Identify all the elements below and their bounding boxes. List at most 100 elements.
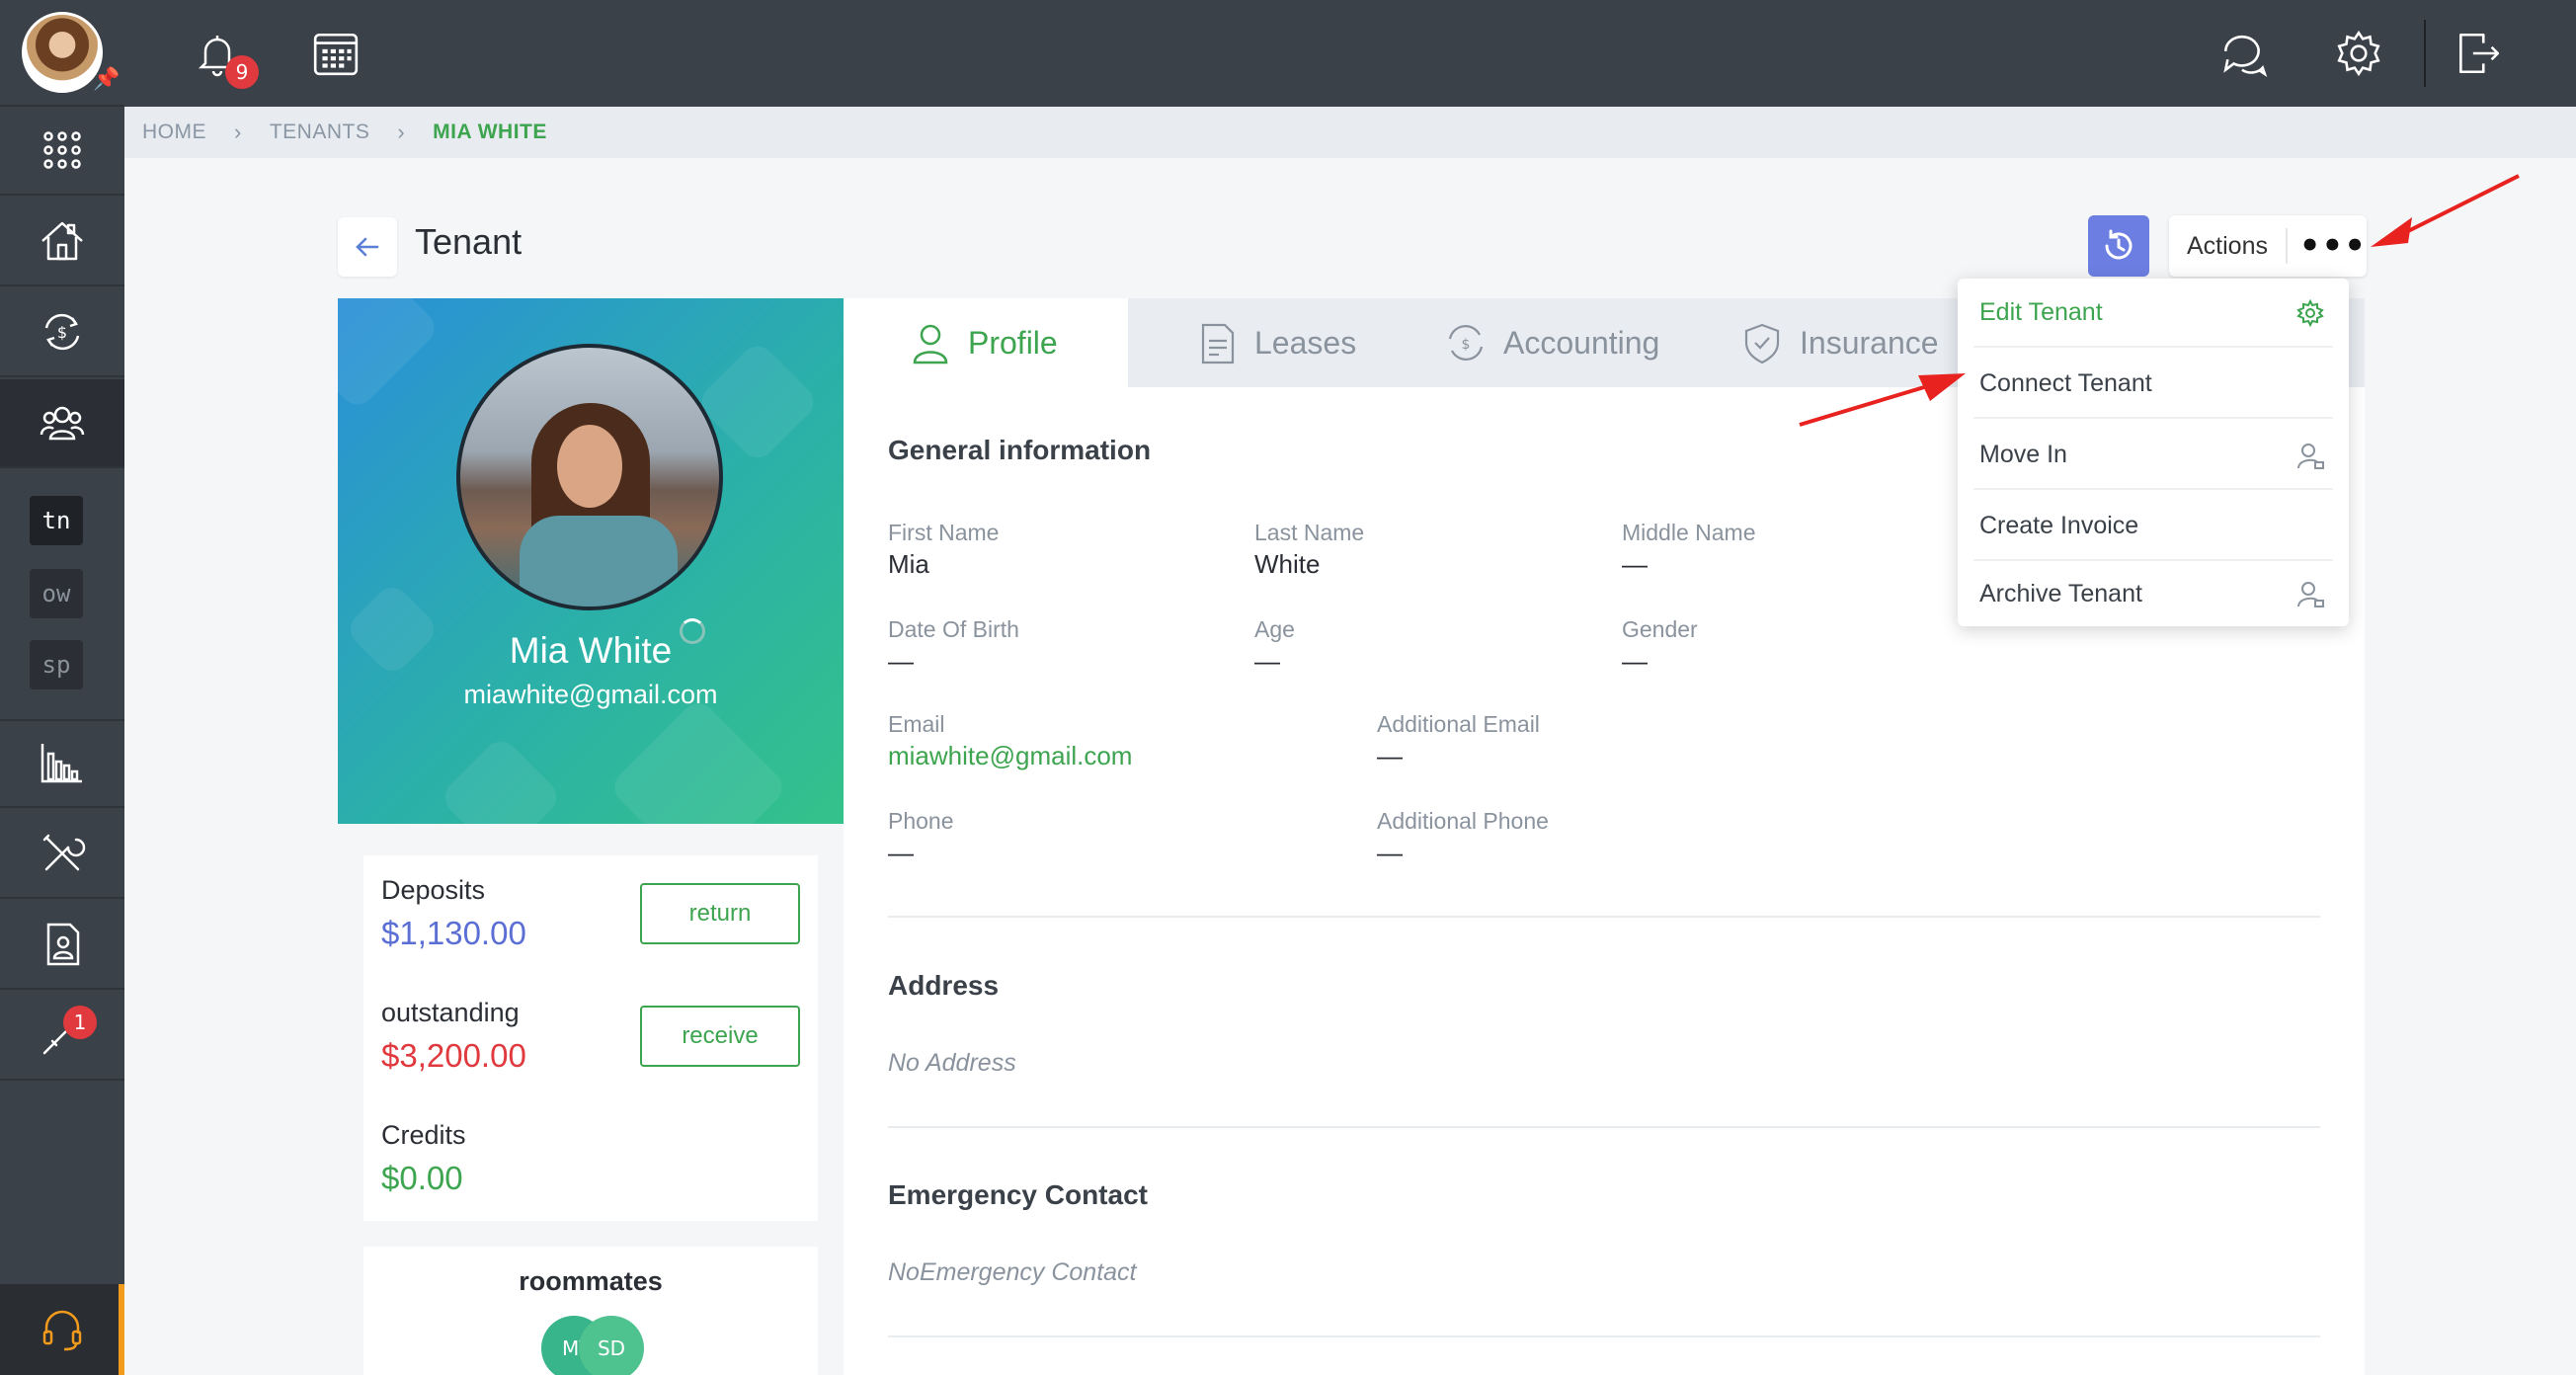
profile-card: Mia White miawhite@gmail.com xyxy=(338,298,844,824)
tab-accounting[interactable]: $ Accounting xyxy=(1444,298,1659,387)
general-info-title: General information xyxy=(888,435,1152,465)
breadcrumb-home[interactable]: HOME xyxy=(142,121,206,144)
outstanding-value: $3,200.00 xyxy=(381,1037,526,1074)
sidebar-item-integrations[interactable]: 1 xyxy=(0,992,124,1081)
sidebar-sub-tn[interactable]: tn xyxy=(30,496,83,545)
last-name-value: White xyxy=(1254,549,1321,579)
address-title: Address xyxy=(888,970,1000,1001)
age-value: — xyxy=(1254,646,1280,676)
deposits-label: Deposits xyxy=(381,875,486,905)
first-name-value: Mia xyxy=(888,549,929,579)
back-button[interactable] xyxy=(338,217,397,277)
menu-item-label: Archive Tenant xyxy=(1979,579,2142,607)
receive-button[interactable]: receive xyxy=(640,1006,800,1067)
address-note: No Address xyxy=(888,1049,1016,1077)
house-icon xyxy=(41,221,83,261)
logout-button[interactable] xyxy=(2450,26,2505,81)
shield-icon xyxy=(1744,323,1780,364)
menu-item-label: Connect Tenant xyxy=(1979,368,2152,397)
menu-item-connect-tenant[interactable]: Connect Tenant xyxy=(1973,350,2333,419)
sidebar-sub-ow[interactable]: ow xyxy=(30,569,83,618)
menu-item-move-in[interactable]: Move In xyxy=(1973,421,2333,490)
topbar-divider xyxy=(2424,20,2426,87)
decor-shape xyxy=(607,696,789,824)
chat-icon xyxy=(2223,35,2268,78)
svg-text:$: $ xyxy=(1462,337,1471,353)
actions-label[interactable]: Actions xyxy=(2169,228,2288,264)
return-button[interactable]: return xyxy=(640,883,800,944)
top-bar: 9 xyxy=(124,0,2576,107)
arrow-left-icon xyxy=(356,237,379,257)
age-label: Age xyxy=(1254,616,1295,642)
deposits-value: $1,130.00 xyxy=(381,915,526,951)
history-button[interactable] xyxy=(2088,215,2149,277)
decor-shape xyxy=(438,734,564,824)
annotation-arrow-icon xyxy=(2371,174,2520,247)
menu-item-create-invoice[interactable]: Create Invoice xyxy=(1973,492,2333,561)
page-title: Tenant xyxy=(415,221,523,262)
menu-item-label: Edit Tenant xyxy=(1979,297,2103,326)
lease-document-icon xyxy=(1201,323,1235,364)
money-cycle-icon: $ xyxy=(1448,325,1484,361)
user-lock-icon xyxy=(2297,444,2324,469)
tab-insurance-label: Insurance xyxy=(1800,324,1939,361)
user-lock-icon xyxy=(2297,582,2324,607)
sidebar-item-documents[interactable] xyxy=(0,901,124,990)
sidebar-item-reports[interactable] xyxy=(0,719,124,808)
tenant-photo[interactable] xyxy=(456,344,723,610)
menu-item-label: Create Invoice xyxy=(1979,511,2139,539)
chat-button[interactable] xyxy=(2216,26,2272,81)
additional-email-label: Additional Email xyxy=(1377,711,1540,737)
more-icon[interactable]: ••• xyxy=(2288,229,2367,263)
user-icon xyxy=(913,324,948,364)
menu-item-edit-tenant[interactable]: Edit Tenant xyxy=(1973,279,2333,348)
last-name-label: Last Name xyxy=(1254,520,1365,545)
credits-label: Credits xyxy=(381,1120,466,1150)
outstanding-label: outstanding xyxy=(381,998,520,1027)
tab-profile[interactable]: Profile xyxy=(844,298,1128,387)
calendar-button[interactable] xyxy=(308,26,363,81)
email-link[interactable]: miawhite@gmail.com xyxy=(888,741,1132,771)
sidebar-item-tenants[interactable] xyxy=(0,379,124,468)
users-icon xyxy=(40,406,85,441)
breadcrumb-tenants[interactable]: TENANTS xyxy=(270,121,370,144)
email-label: Email xyxy=(888,711,945,737)
history-icon xyxy=(2105,229,2133,260)
tab-leases[interactable]: Leases xyxy=(1195,298,1356,387)
breadcrumb-current: MIA WHITE xyxy=(433,121,547,143)
integrations-badge: 1 xyxy=(63,1006,97,1039)
support-button[interactable] xyxy=(0,1284,124,1375)
roommate-avatar[interactable]: SD xyxy=(579,1316,644,1375)
actions-dropdown: Edit Tenant Connect Tenant Move In Creat… xyxy=(1958,279,2349,626)
first-name-label: First Name xyxy=(888,520,1000,545)
section-divider xyxy=(888,1335,2320,1337)
actions-button[interactable]: Actions ••• xyxy=(2169,215,2367,277)
sidebar-sub-sp[interactable]: sp xyxy=(30,640,83,689)
user-avatar-slot[interactable]: 📌 xyxy=(0,0,124,107)
sidebar-item-maintenance[interactable] xyxy=(0,810,124,899)
credits-value: $0.00 xyxy=(381,1160,463,1196)
middle-name-value: — xyxy=(1622,549,1648,579)
notifications-button[interactable]: 9 xyxy=(190,26,259,89)
sidebar-item-properties[interactable] xyxy=(0,198,124,286)
balance-card: Deposits $1,130.00 return outstanding $3… xyxy=(363,855,818,1221)
sidebar-item-payments[interactable]: $ xyxy=(0,288,124,377)
middle-name-label: Middle Name xyxy=(1622,520,1756,545)
additional-phone-value: — xyxy=(1377,838,1403,867)
tab-leases-label: Leases xyxy=(1254,324,1357,361)
settings-button[interactable] xyxy=(2331,26,2386,81)
phone-value: — xyxy=(888,838,914,867)
gender-value: — xyxy=(1622,646,1648,676)
section-divider xyxy=(888,916,2320,918)
bar-chart-icon xyxy=(40,744,82,783)
decor-shape xyxy=(338,298,442,412)
pin-icon[interactable]: 📌 xyxy=(93,67,120,92)
dob-value: — xyxy=(888,646,914,676)
sidebar-item-apps[interactable] xyxy=(0,107,124,196)
tenant-name: Mia White xyxy=(509,630,673,671)
emergency-contact-title: Emergency Contact xyxy=(888,1179,1148,1210)
avatar[interactable] xyxy=(22,12,103,93)
section-divider xyxy=(888,1126,2320,1128)
document-user-icon xyxy=(46,923,80,966)
menu-item-archive-tenant[interactable]: Archive Tenant xyxy=(1973,559,2333,628)
